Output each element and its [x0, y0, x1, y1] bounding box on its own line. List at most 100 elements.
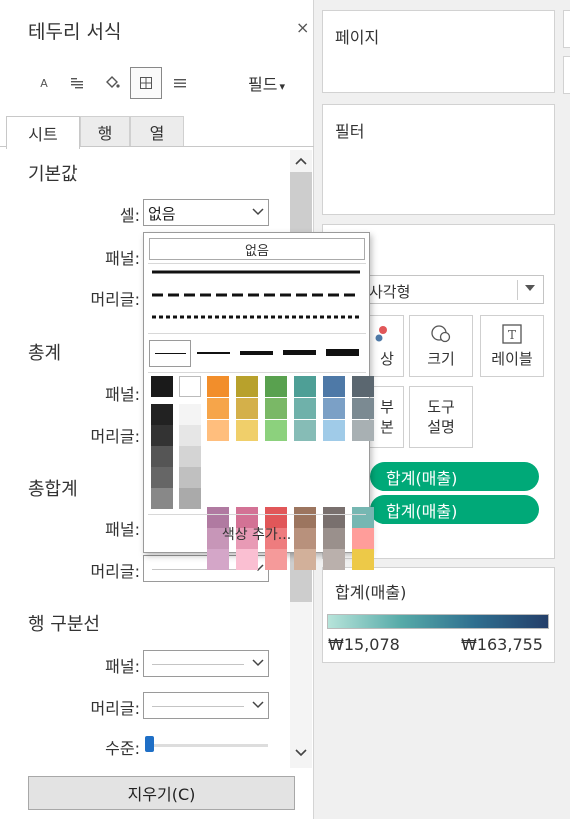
color-swatch-light-gray[interactable] — [179, 467, 201, 488]
tab-sheet[interactable]: 시트 — [6, 116, 80, 149]
legend-color-ramp — [327, 614, 549, 629]
tooltip-button[interactable]: 도구 설명 — [409, 386, 473, 448]
alignment-icon[interactable] — [62, 67, 94, 99]
default-cell-border-dropdown[interactable]: 없음 — [143, 199, 269, 226]
color-swatch[interactable] — [207, 549, 229, 570]
legend-max-value: ₩163,755 — [461, 635, 543, 654]
color-swatch[interactable] — [323, 398, 345, 419]
color-swatch[interactable] — [236, 420, 258, 441]
color-swatch[interactable] — [236, 398, 258, 419]
color-swatch[interactable] — [207, 376, 229, 397]
pane-title: 테두리 서식 — [28, 21, 122, 43]
row-divider-header-label: 머리글: — [90, 699, 140, 718]
sum-sales-pill[interactable]: 합계(매출) — [370, 495, 539, 524]
section-totals: 총계 — [28, 343, 62, 364]
size-button[interactable]: 크기 — [409, 315, 473, 377]
row-divider-pane-dropdown[interactable] — [143, 650, 269, 677]
border-none-option[interactable]: 없음 — [149, 238, 365, 260]
border-line-preview — [152, 569, 244, 570]
color-swatch-light-gray[interactable] — [179, 488, 201, 509]
color-swatch[interactable] — [236, 549, 258, 570]
chevron-down-icon — [252, 701, 264, 709]
borders-icon[interactable] — [130, 67, 162, 99]
shading-icon[interactable] — [96, 67, 128, 99]
pages-card: 페이지 — [322, 10, 555, 93]
color-swatch[interactable] — [352, 549, 374, 570]
font-glyph: A — [40, 76, 48, 90]
color-swatch-gray[interactable] — [151, 425, 173, 446]
color-swatch[interactable] — [265, 398, 287, 419]
color-swatch-gray[interactable] — [151, 404, 173, 425]
color-swatch-white[interactable] — [179, 376, 201, 397]
sum-sales-pill[interactable]: 합계(매출) — [370, 462, 539, 491]
color-swatch-light-gray[interactable] — [179, 404, 201, 425]
color-swatch[interactable] — [207, 420, 229, 441]
color-swatch-gray[interactable] — [151, 446, 173, 467]
color-swatch[interactable] — [323, 376, 345, 397]
totals-pane-label: 패널: — [105, 385, 140, 404]
scroll-up-icon[interactable] — [290, 150, 312, 172]
mark-type-dropdown[interactable]: 사각형 — [340, 275, 544, 304]
border-line-preview — [152, 664, 244, 665]
section-default: 기본값 — [28, 164, 78, 185]
color-swatch[interactable] — [352, 398, 374, 419]
line-weight-3[interactable] — [240, 351, 273, 355]
level-slider-track[interactable] — [149, 744, 268, 747]
color-swatch[interactable] — [294, 376, 316, 397]
color-swatch[interactable] — [294, 398, 316, 419]
color-swatch-gray[interactable] — [151, 488, 173, 509]
columns-shelf — [563, 10, 570, 48]
dropdown-value: 없음 — [148, 205, 176, 223]
border-line-preview — [152, 706, 244, 707]
caret-down-icon: ▾ — [279, 80, 285, 93]
default-cell-label: 셀: — [119, 206, 140, 225]
fields-dropdown[interactable]: 필드 ▾ — [248, 71, 285, 95]
color-swatch[interactable] — [323, 549, 345, 570]
border-style-dotted[interactable] — [152, 314, 360, 320]
close-icon[interactable]: × — [296, 18, 309, 37]
border-style-popup: 없음 색상 추가... — [143, 232, 374, 570]
border-style-dashed[interactable] — [152, 292, 360, 298]
scroll-down-icon[interactable] — [290, 742, 312, 764]
color-swatch[interactable] — [323, 420, 345, 441]
line-weight-2[interactable] — [197, 352, 230, 354]
clear-button[interactable]: 지우기(C) — [28, 776, 295, 810]
legend-min-value: ₩15,078 — [328, 635, 400, 654]
color-swatch[interactable] — [236, 376, 258, 397]
label-label: 레이블 — [491, 350, 533, 368]
fields-label: 필드 — [248, 75, 278, 94]
row-divider-header-dropdown[interactable] — [143, 692, 269, 719]
chevron-down-icon — [252, 208, 264, 216]
add-color-link[interactable]: 색상 추가... — [144, 524, 369, 544]
filters-card: 필터 — [322, 104, 555, 215]
color-swatch[interactable] — [207, 398, 229, 419]
color-swatch[interactable] — [265, 376, 287, 397]
font-icon[interactable]: A — [28, 67, 60, 99]
line-weight-5[interactable] — [326, 349, 359, 356]
label-button[interactable]: T 레이블 — [480, 315, 544, 377]
color-swatch[interactable] — [294, 420, 316, 441]
line-weight-1[interactable] — [149, 340, 191, 367]
line-weight-4[interactable] — [283, 350, 316, 355]
color-swatch-light-gray[interactable] — [179, 425, 201, 446]
tab-rows[interactable]: 행 — [80, 116, 130, 147]
dropdown-divider — [517, 280, 518, 300]
color-swatch[interactable] — [265, 549, 287, 570]
color-swatch-gray[interactable] — [151, 467, 173, 488]
color-swatch[interactable] — [294, 549, 316, 570]
color-swatch-light-gray[interactable] — [179, 446, 201, 467]
label-icon: T — [481, 324, 543, 344]
level-slider-thumb[interactable] — [145, 736, 154, 752]
color-swatch[interactable] — [352, 420, 374, 441]
tab-columns[interactable]: 열 — [130, 116, 184, 147]
border-style-solid[interactable] — [152, 269, 360, 275]
popup-separator — [148, 333, 366, 334]
color-swatch-black[interactable] — [151, 376, 173, 397]
legend-title: 합계(매출) — [335, 583, 407, 602]
grand-totals-pane-label: 패널: — [105, 520, 140, 539]
lines-icon[interactable] — [164, 67, 196, 99]
mark-type-value: 사각형 — [369, 283, 411, 301]
color-swatch[interactable] — [352, 376, 374, 397]
level-label: 수준: — [105, 739, 140, 758]
color-swatch[interactable] — [265, 420, 287, 441]
